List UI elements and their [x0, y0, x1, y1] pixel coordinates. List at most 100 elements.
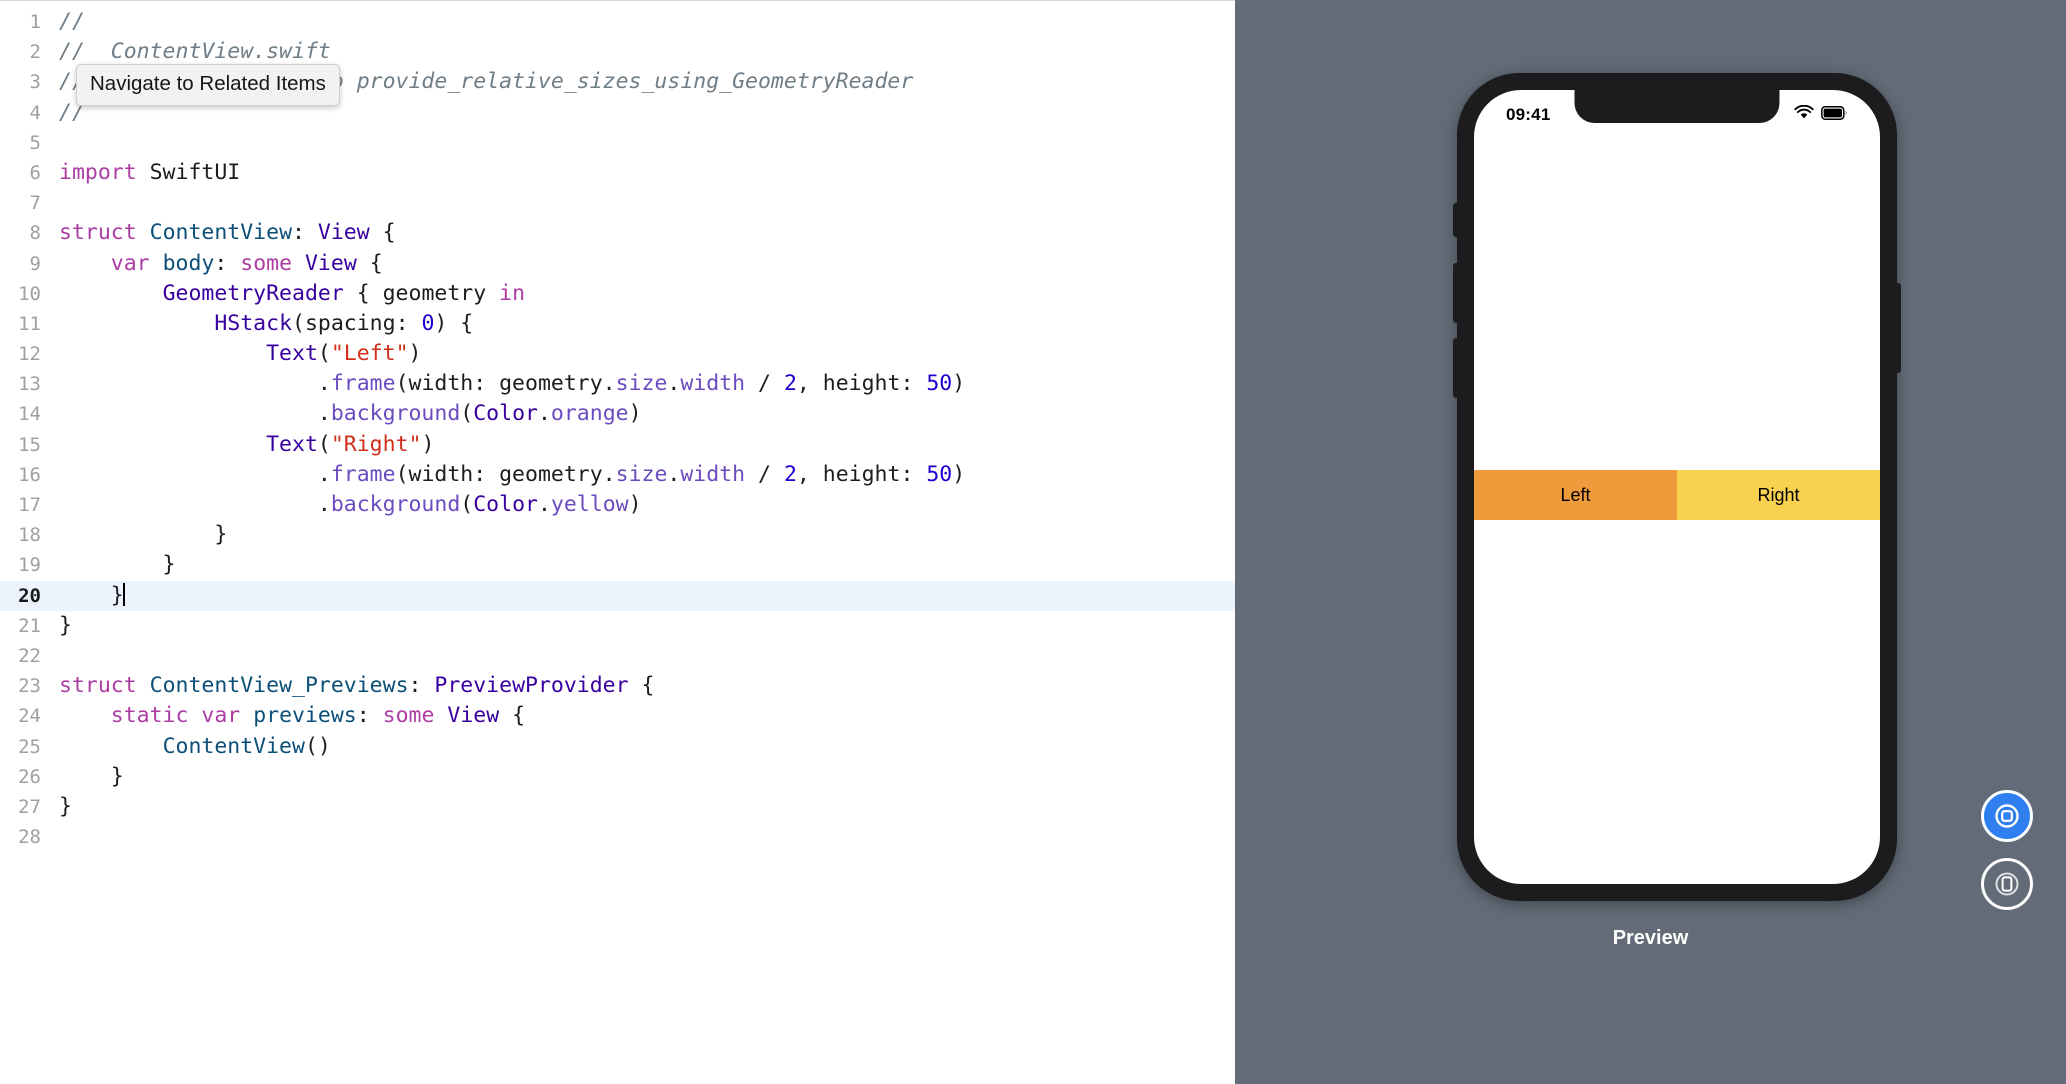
code-line[interactable]: 12 Text("Left")	[0, 339, 1235, 369]
live-preview-button[interactable]	[1981, 790, 2033, 842]
code-text: Text("Left")	[266, 341, 422, 367]
line-number: 12	[18, 343, 41, 366]
line-number: 1	[29, 11, 41, 33]
code-text: }	[59, 763, 124, 789]
code-line[interactable]: 27}	[0, 792, 1235, 822]
code-line[interactable]: 20 }	[0, 580, 1235, 611]
status-bar-indicators	[1794, 104, 1848, 125]
status-bar: 09:41	[1474, 90, 1880, 136]
line-number: 22	[18, 644, 41, 667]
code-text: .frame(width: geometry.size.width / 2, h…	[59, 371, 966, 397]
line-number: 23	[18, 675, 41, 698]
device-screen[interactable]: 09:41 Left Right	[1474, 90, 1880, 884]
line-number: 19	[18, 554, 41, 577]
line-number: 21	[18, 614, 41, 637]
code-line[interactable]: 8 struct ContentView: View {	[0, 218, 1235, 248]
code-text: }	[59, 612, 72, 638]
code-text: }	[59, 793, 72, 819]
preview-canvas[interactable]: 09:41 Left Right Preview	[1235, 0, 2066, 1084]
code-text: //	[59, 9, 85, 34]
code-text: }	[59, 522, 228, 548]
code-line[interactable]: 11 HStack(spacing: 0) {	[0, 309, 1235, 339]
source-editor[interactable]: 1//2// ContentView.swift 3// Project2-12 …	[0, 0, 1235, 1084]
code-text: HStack(spacing: 0) {	[214, 310, 474, 336]
code-line[interactable]: 26 }	[0, 762, 1235, 792]
line-number: 28	[18, 826, 41, 849]
code-text: static var previews: some View {	[110, 703, 526, 729]
iphone-device-frame: 09:41 Left Right	[1453, 73, 1901, 901]
preview-on-device-button[interactable]	[1981, 858, 2033, 910]
code-text: ContentView()	[162, 733, 331, 759]
line-number: 5	[29, 131, 41, 154]
line-number: 15	[18, 433, 41, 456]
code-line[interactable]: 25 ContentView()	[0, 732, 1235, 762]
code-line[interactable]: 14 .background(Color.orange)	[0, 399, 1235, 429]
code-line[interactable]: 10 GeometryReader { geometry in	[0, 279, 1235, 309]
line-number: 9	[29, 252, 41, 275]
silent-switch	[1453, 203, 1458, 237]
line-number: 24	[18, 705, 41, 728]
line-number: 4	[29, 101, 41, 124]
code-line[interactable]: 1 //	[0, 7, 1235, 37]
device-preview-icon	[1995, 872, 2019, 896]
code-text: // ContentView.swift	[59, 39, 331, 65]
line-number: 18	[18, 524, 41, 547]
code-text: .background(Color.orange)	[59, 401, 642, 427]
code-text: import SwiftUI	[59, 159, 241, 185]
code-line[interactable]: 28	[0, 822, 1235, 852]
live-preview-icon	[1995, 804, 2019, 828]
line-number: 17	[18, 494, 41, 516]
xcode-window: 1//2// ContentView.swift 3// Project2-12 …	[0, 0, 2066, 1084]
code-line[interactable]: 6 import SwiftUI	[0, 158, 1235, 188]
preview-controls	[1981, 790, 2033, 910]
volume-down-button	[1453, 338, 1458, 398]
status-bar-time: 09:41	[1506, 105, 1551, 124]
code-text: Text("Right")	[266, 431, 435, 457]
volume-up-button	[1453, 263, 1458, 323]
line-number: 16	[18, 463, 41, 486]
code-text: .background(Color.yellow)	[59, 492, 642, 517]
power-button	[1896, 283, 1901, 373]
line-number: 27	[18, 795, 41, 818]
code-line[interactable]: 23 struct ContentView_Previews: PreviewPr…	[0, 671, 1235, 701]
code-text: GeometryReader { geometry in	[162, 280, 526, 306]
line-number: 26	[18, 765, 41, 788]
line-number: 11	[18, 312, 41, 335]
line-number: 7	[29, 192, 41, 215]
code-line[interactable]: 18 }	[0, 520, 1235, 550]
code-text: var body: some View {	[110, 250, 383, 276]
code-lines[interactable]: 1//2// ContentView.swift 3// Project2-12 …	[0, 1, 1235, 852]
line-number: 14	[18, 403, 41, 426]
text-cursor	[122, 582, 125, 606]
line-number: 10	[18, 282, 41, 305]
code-text: }	[59, 552, 176, 578]
code-line[interactable]: 2 // ContentView.swift	[0, 37, 1235, 67]
battery-icon	[1821, 105, 1848, 125]
code-line[interactable]: 5	[0, 128, 1235, 158]
code-line[interactable]: 9 var body: some View {	[0, 249, 1235, 279]
code-line[interactable]: 13 .frame(width: geometry.size.width / 2…	[0, 369, 1235, 399]
code-line[interactable]: 21}	[0, 611, 1235, 641]
line-number: 20	[18, 584, 41, 607]
code-text: struct ContentView: View {	[59, 220, 396, 246]
code-text: struct ContentView_Previews: PreviewProv…	[59, 673, 655, 699]
preview-title-label: Preview	[1612, 927, 1689, 949]
code-line[interactable]: 17 .background(Color.yellow)	[0, 490, 1235, 520]
navigate-to-related-items-tooltip: Navigate to Related Items	[76, 64, 340, 106]
line-number: 2	[29, 41, 41, 64]
code-text: .frame(width: geometry.size.width / 2, h…	[59, 461, 966, 487]
code-line[interactable]: 19 }	[0, 550, 1235, 580]
code-line[interactable]: 15 Text("Right")	[0, 430, 1235, 460]
line-number: 3	[29, 71, 41, 94]
code-line[interactable]: 24 static var previews: some View {	[0, 701, 1235, 731]
line-number: 6	[29, 161, 41, 184]
code-line[interactable]: 22	[0, 641, 1235, 671]
code-line[interactable]: 7	[0, 188, 1235, 218]
code-line[interactable]: 16 .frame(width: geometry.size.width / 2…	[0, 460, 1235, 490]
line-number: 13	[18, 373, 41, 396]
wifi-icon	[1794, 104, 1814, 125]
